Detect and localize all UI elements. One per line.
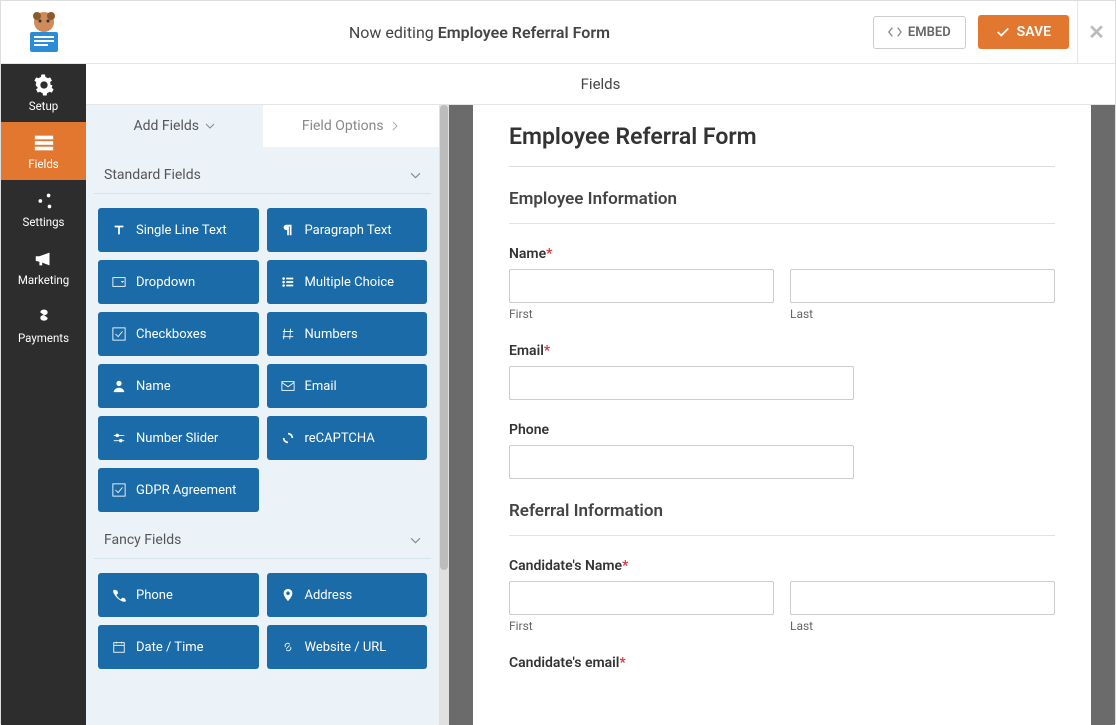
field-single-line-text[interactable]: Single Line Text — [98, 208, 259, 252]
input-email[interactable] — [509, 366, 854, 400]
label-candidate-email: Candidate's email* — [509, 655, 1055, 671]
sidenav-fields[interactable]: Fields — [1, 122, 86, 180]
text-icon — [112, 223, 126, 237]
slider-icon — [112, 431, 126, 445]
checkbox-icon — [112, 483, 126, 497]
save-button[interactable]: SAVE — [978, 15, 1069, 49]
sidenav-setup[interactable]: Setup — [1, 64, 86, 122]
sidenav-payments[interactable]: Payments — [1, 296, 86, 354]
megaphone-icon — [33, 248, 55, 270]
close-icon: ✕ — [1088, 20, 1105, 44]
dropdown-icon — [112, 275, 126, 289]
field-checkboxes[interactable]: Checkboxes — [98, 312, 259, 356]
sliders-icon — [33, 190, 55, 212]
fields-scrollbar[interactable] — [439, 105, 449, 725]
checkbox-icon — [112, 327, 126, 341]
sublabel-cand-first: First — [509, 619, 774, 633]
check-icon — [996, 25, 1010, 39]
field-row-name[interactable]: Name* First Last — [509, 246, 1055, 321]
calendar-icon — [112, 640, 126, 654]
scrollbar-thumb[interactable] — [440, 105, 448, 570]
field-row-email[interactable]: Email* — [509, 343, 1055, 400]
sublabel-cand-last: Last — [790, 619, 1055, 633]
field-numbers[interactable]: Numbers — [267, 312, 428, 356]
label-name: Name* — [509, 246, 1055, 262]
section-standard-fields[interactable]: Standard Fields — [94, 147, 431, 194]
list-icon — [281, 275, 295, 289]
form-preview: Employee Referral Form Employee Informat… — [473, 105, 1091, 725]
page-title: Now editing Employee Referral Form — [86, 23, 873, 42]
recaptcha-icon — [281, 431, 295, 445]
field-phone[interactable]: Phone — [98, 573, 259, 617]
field-row-candidate-name[interactable]: Candidate's Name* First Last — [509, 558, 1055, 633]
pin-icon — [281, 588, 295, 602]
envelope-icon — [281, 379, 295, 393]
sidenav-settings[interactable]: Settings — [1, 180, 86, 238]
paragraph-icon — [281, 223, 295, 237]
section-fancy-fields[interactable]: Fancy Fields — [94, 512, 431, 559]
link-icon — [281, 640, 295, 654]
gear-icon — [33, 74, 55, 96]
field-website[interactable]: Website / URL — [267, 625, 428, 669]
embed-button[interactable]: EMBED — [873, 16, 966, 49]
field-name[interactable]: Name — [98, 364, 259, 408]
sublabel-last: Last — [790, 307, 1055, 321]
field-paragraph-text[interactable]: Paragraph Text — [267, 208, 428, 252]
input-candidate-first[interactable] — [509, 581, 774, 615]
field-row-phone[interactable]: Phone — [509, 422, 1055, 479]
hash-icon — [281, 327, 295, 341]
sidenav-marketing[interactable]: Marketing — [1, 238, 86, 296]
close-button[interactable]: ✕ — [1077, 1, 1115, 64]
dollar-icon — [33, 306, 55, 328]
field-datetime[interactable]: Date / Time — [98, 625, 259, 669]
input-first-name[interactable] — [509, 269, 774, 303]
app-logo[interactable] — [1, 1, 86, 64]
tab-add-fields[interactable]: Add Fields — [86, 105, 263, 147]
field-dropdown[interactable]: Dropdown — [98, 260, 259, 304]
field-email[interactable]: Email — [267, 364, 428, 408]
chevron-right-icon — [390, 121, 400, 131]
input-phone[interactable] — [509, 445, 854, 479]
chevron-down-icon — [205, 121, 215, 131]
form-section-referral: Referral Information — [509, 501, 1055, 536]
phone-icon — [112, 588, 126, 602]
tab-field-options[interactable]: Field Options — [263, 105, 440, 147]
field-number-slider[interactable]: Number Slider — [98, 416, 259, 460]
form-title: Employee Referral Form — [509, 123, 1055, 167]
field-gdpr[interactable]: GDPR Agreement — [98, 468, 259, 512]
chevron-down-icon — [410, 535, 421, 546]
label-phone: Phone — [509, 422, 1055, 438]
input-last-name[interactable] — [790, 269, 1055, 303]
sublabel-first: First — [509, 307, 774, 321]
code-icon — [888, 25, 902, 39]
form-section-employee: Employee Information — [509, 189, 1055, 224]
field-multiple-choice[interactable]: Multiple Choice — [267, 260, 428, 304]
input-candidate-last[interactable] — [790, 581, 1055, 615]
form-icon — [33, 132, 55, 154]
label-email: Email* — [509, 343, 1055, 359]
label-candidate-name: Candidate's Name* — [509, 558, 1055, 574]
field-row-candidate-email[interactable]: Candidate's email* — [509, 655, 1055, 671]
field-recaptcha[interactable]: reCAPTCHA — [267, 416, 428, 460]
user-icon — [112, 379, 126, 393]
panel-title: Fields — [86, 64, 1115, 105]
field-address[interactable]: Address — [267, 573, 428, 617]
chevron-down-icon — [410, 170, 421, 181]
